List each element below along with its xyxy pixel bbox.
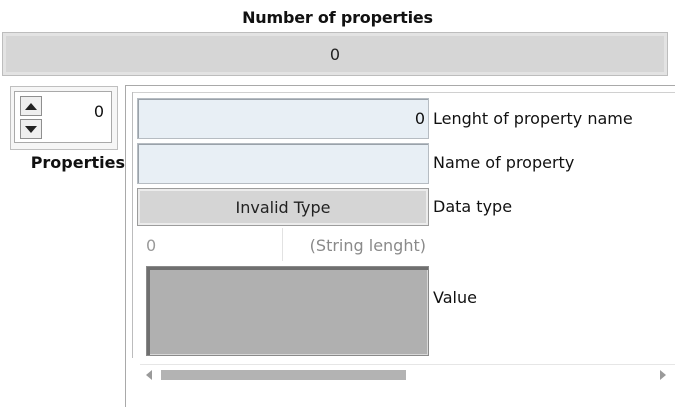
name-length-value: 0 (414, 109, 425, 128)
array-index-input[interactable]: 0 (48, 102, 104, 121)
value-display[interactable] (146, 266, 429, 356)
value-label: Value (433, 288, 477, 307)
string-length-value: 0 (146, 236, 157, 255)
decrement-button[interactable] (20, 119, 42, 139)
properties-label: Properties (30, 153, 125, 172)
arrow-down-icon (25, 125, 37, 133)
arrow-up-icon (25, 102, 37, 110)
cluster-border-top (132, 92, 675, 93)
name-length-label: Lenght of property name (433, 109, 633, 128)
data-type-selector[interactable]: Invalid Type (137, 188, 429, 226)
data-type-label: Data type (433, 197, 513, 216)
string-length-label: (String lenght) (309, 236, 426, 255)
chevron-left-icon[interactable] (146, 370, 152, 380)
chevron-right-icon[interactable] (660, 370, 666, 380)
number-of-properties-indicator: 0 (2, 32, 668, 76)
scrollbar-thumb[interactable] (161, 370, 406, 380)
cluster-border-left (132, 92, 133, 358)
increment-button[interactable] (20, 96, 42, 116)
property-name-field[interactable] (137, 143, 429, 184)
property-name-label: Name of property (433, 153, 575, 172)
number-of-properties-label: Number of properties (242, 8, 433, 27)
